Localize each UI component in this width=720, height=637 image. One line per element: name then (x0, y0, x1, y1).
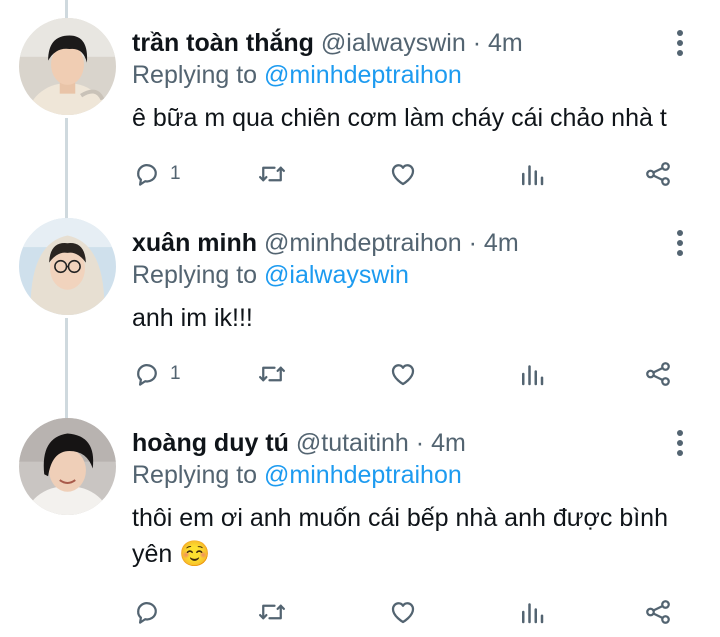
mention-link[interactable]: @minhdeptraihon (264, 461, 462, 489)
avatar-photo (19, 418, 116, 515)
replying-to: Replying to @minhdeptraihon (132, 460, 462, 490)
tweet-header: trần toàn thắng @ialwayswin · 4m (132, 28, 523, 58)
replying-to: Replying to @minhdeptraihon (132, 60, 462, 90)
share-button[interactable] (643, 596, 673, 628)
action-bar: 1 (132, 158, 692, 190)
separator-dot: · (468, 229, 477, 257)
like-button[interactable] (388, 358, 418, 390)
mention-link[interactable]: @ialwayswin (264, 261, 409, 289)
views-button[interactable] (517, 358, 547, 390)
avatar[interactable] (19, 18, 116, 115)
display-name[interactable]: trần toàn thắng (132, 29, 314, 57)
tweet[interactable]: xuân minh @minhdeptraihon · 4m Replying … (0, 218, 720, 390)
tweet-text: anh im ik!!! (132, 304, 253, 332)
action-bar: 1 (132, 358, 692, 390)
more-vertical-icon[interactable] (673, 230, 687, 256)
display-name[interactable]: xuân minh (132, 229, 257, 257)
user-handle[interactable]: @minhdeptraihon (264, 229, 462, 257)
like-button[interactable] (388, 158, 418, 190)
timestamp[interactable]: 4m (488, 29, 523, 57)
analytics-bars-icon (522, 365, 544, 386)
reply-button[interactable]: 1 (132, 158, 181, 190)
tweet-header: xuân minh @minhdeptraihon · 4m (132, 228, 519, 258)
tweet[interactable]: trần toàn thắng @ialwayswin · 4m Replyin… (0, 18, 720, 190)
avatar[interactable] (19, 218, 116, 315)
tweet-text: ê bữa m qua chiên cơm làm cháy cái chảo … (132, 104, 667, 132)
separator-dot: · (415, 429, 425, 457)
share-nodes-icon (646, 162, 670, 186)
avatar-photo (19, 18, 116, 115)
heart-icon (391, 602, 415, 624)
thread-connector-line (65, 0, 68, 18)
share-button[interactable] (643, 158, 673, 190)
tweet-header: hoàng duy tú @tutaitinh · 4m (132, 428, 466, 458)
analytics-bars-icon (522, 603, 544, 624)
timestamp[interactable]: 4m (431, 429, 466, 457)
display-name[interactable]: hoàng duy tú (132, 429, 289, 457)
tweet-text: thôi em ơi anh muốn cái bếp nhà anh được… (132, 504, 668, 568)
reply-count: 1 (170, 363, 181, 384)
reply-bubble-icon (137, 164, 157, 186)
user-handle[interactable]: @ialwayswin (321, 29, 466, 57)
more-vertical-icon[interactable] (673, 30, 687, 56)
heart-icon (391, 364, 415, 386)
share-nodes-icon (646, 600, 670, 624)
reply-bubble-icon (137, 602, 157, 624)
replying-to: Replying to @ialwayswin (132, 260, 409, 290)
user-handle[interactable]: @tutaitinh (296, 429, 409, 457)
like-button[interactable] (388, 596, 418, 628)
replying-to-label: Replying to (132, 61, 258, 89)
tweet[interactable]: hoàng duy tú @tutaitinh · 4m Replying to… (0, 418, 720, 628)
views-button[interactable] (517, 158, 547, 190)
share-nodes-icon (646, 362, 670, 386)
analytics-bars-icon (522, 165, 544, 186)
reply-count: 1 (170, 163, 181, 184)
retweet-button[interactable] (257, 596, 287, 628)
avatar-photo (19, 218, 116, 315)
timestamp[interactable]: 4m (484, 229, 519, 257)
retweet-icon (259, 366, 285, 382)
retweet-button[interactable] (257, 358, 287, 390)
reply-button[interactable] (132, 596, 170, 628)
action-bar (132, 596, 692, 628)
retweet-icon (259, 604, 285, 620)
views-button[interactable] (517, 596, 547, 628)
more-vertical-icon[interactable] (673, 430, 687, 456)
separator-dot: · (472, 29, 482, 57)
share-button[interactable] (643, 358, 673, 390)
mention-link[interactable]: @minhdeptraihon (264, 61, 462, 89)
retweet-button[interactable] (257, 158, 287, 190)
replying-to-label: Replying to (132, 261, 258, 289)
heart-icon (391, 164, 415, 186)
replying-to-label: Replying to (132, 461, 258, 489)
reply-button[interactable]: 1 (132, 358, 181, 390)
avatar[interactable] (19, 418, 116, 515)
retweet-icon (259, 166, 285, 182)
reply-bubble-icon (137, 364, 157, 386)
